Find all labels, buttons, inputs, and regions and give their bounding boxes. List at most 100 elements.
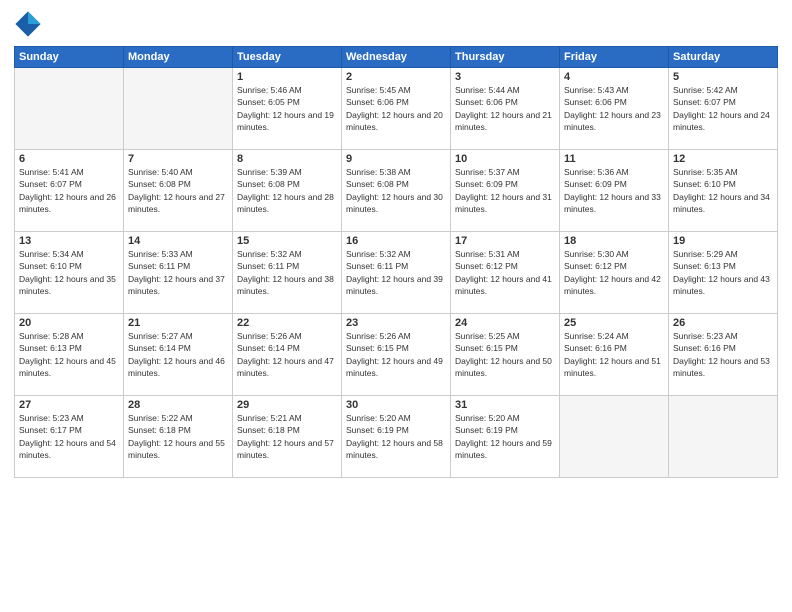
- day-info: Sunrise: 5:26 AMSunset: 6:14 PMDaylight:…: [237, 330, 337, 379]
- day-number: 18: [564, 235, 664, 247]
- calendar-cell: 9Sunrise: 5:38 AMSunset: 6:08 PMDaylight…: [342, 150, 451, 232]
- day-info: Sunrise: 5:38 AMSunset: 6:08 PMDaylight:…: [346, 166, 446, 215]
- calendar-cell: 12Sunrise: 5:35 AMSunset: 6:10 PMDayligh…: [669, 150, 778, 232]
- day-number: 25: [564, 317, 664, 329]
- calendar-cell: 8Sunrise: 5:39 AMSunset: 6:08 PMDaylight…: [233, 150, 342, 232]
- calendar-cell: 31Sunrise: 5:20 AMSunset: 6:19 PMDayligh…: [451, 396, 560, 478]
- calendar-cell: 15Sunrise: 5:32 AMSunset: 6:11 PMDayligh…: [233, 232, 342, 314]
- calendar-cell: 14Sunrise: 5:33 AMSunset: 6:11 PMDayligh…: [124, 232, 233, 314]
- day-info: Sunrise: 5:44 AMSunset: 6:06 PMDaylight:…: [455, 84, 555, 133]
- day-info: Sunrise: 5:42 AMSunset: 6:07 PMDaylight:…: [673, 84, 773, 133]
- calendar-cell: 7Sunrise: 5:40 AMSunset: 6:08 PMDaylight…: [124, 150, 233, 232]
- day-info: Sunrise: 5:37 AMSunset: 6:09 PMDaylight:…: [455, 166, 555, 215]
- calendar-cell: [560, 396, 669, 478]
- day-number: 27: [19, 399, 119, 411]
- day-info: Sunrise: 5:35 AMSunset: 6:10 PMDaylight:…: [673, 166, 773, 215]
- calendar-cell: 26Sunrise: 5:23 AMSunset: 6:16 PMDayligh…: [669, 314, 778, 396]
- calendar-cell: 16Sunrise: 5:32 AMSunset: 6:11 PMDayligh…: [342, 232, 451, 314]
- day-number: 21: [128, 317, 228, 329]
- day-number: 28: [128, 399, 228, 411]
- day-info: Sunrise: 5:21 AMSunset: 6:18 PMDaylight:…: [237, 412, 337, 461]
- calendar-cell: 1Sunrise: 5:46 AMSunset: 6:05 PMDaylight…: [233, 68, 342, 150]
- week-row-4: 20Sunrise: 5:28 AMSunset: 6:13 PMDayligh…: [15, 314, 778, 396]
- calendar-cell: 13Sunrise: 5:34 AMSunset: 6:10 PMDayligh…: [15, 232, 124, 314]
- calendar-cell: 29Sunrise: 5:21 AMSunset: 6:18 PMDayligh…: [233, 396, 342, 478]
- week-row-2: 6Sunrise: 5:41 AMSunset: 6:07 PMDaylight…: [15, 150, 778, 232]
- day-info: Sunrise: 5:32 AMSunset: 6:11 PMDaylight:…: [237, 248, 337, 297]
- day-info: Sunrise: 5:31 AMSunset: 6:12 PMDaylight:…: [455, 248, 555, 297]
- calendar-cell: 2Sunrise: 5:45 AMSunset: 6:06 PMDaylight…: [342, 68, 451, 150]
- day-info: Sunrise: 5:25 AMSunset: 6:15 PMDaylight:…: [455, 330, 555, 379]
- day-info: Sunrise: 5:23 AMSunset: 6:16 PMDaylight:…: [673, 330, 773, 379]
- day-number: 14: [128, 235, 228, 247]
- day-number: 5: [673, 71, 773, 83]
- calendar-cell: 11Sunrise: 5:36 AMSunset: 6:09 PMDayligh…: [560, 150, 669, 232]
- day-header-tuesday: Tuesday: [233, 47, 342, 68]
- calendar-cell: 27Sunrise: 5:23 AMSunset: 6:17 PMDayligh…: [15, 396, 124, 478]
- day-number: 7: [128, 153, 228, 165]
- day-info: Sunrise: 5:28 AMSunset: 6:13 PMDaylight:…: [19, 330, 119, 379]
- day-info: Sunrise: 5:43 AMSunset: 6:06 PMDaylight:…: [564, 84, 664, 133]
- calendar-cell: 10Sunrise: 5:37 AMSunset: 6:09 PMDayligh…: [451, 150, 560, 232]
- logo-icon: [14, 10, 42, 38]
- day-header-friday: Friday: [560, 47, 669, 68]
- day-number: 30: [346, 399, 446, 411]
- day-info: Sunrise: 5:24 AMSunset: 6:16 PMDaylight:…: [564, 330, 664, 379]
- calendar-cell: 23Sunrise: 5:26 AMSunset: 6:15 PMDayligh…: [342, 314, 451, 396]
- day-number: 4: [564, 71, 664, 83]
- calendar-cell: 28Sunrise: 5:22 AMSunset: 6:18 PMDayligh…: [124, 396, 233, 478]
- calendar-cell: 25Sunrise: 5:24 AMSunset: 6:16 PMDayligh…: [560, 314, 669, 396]
- day-info: Sunrise: 5:22 AMSunset: 6:18 PMDaylight:…: [128, 412, 228, 461]
- page: SundayMondayTuesdayWednesdayThursdayFrid…: [0, 0, 792, 612]
- day-number: 3: [455, 71, 555, 83]
- day-info: Sunrise: 5:26 AMSunset: 6:15 PMDaylight:…: [346, 330, 446, 379]
- day-info: Sunrise: 5:45 AMSunset: 6:06 PMDaylight:…: [346, 84, 446, 133]
- calendar: SundayMondayTuesdayWednesdayThursdayFrid…: [14, 46, 778, 478]
- day-header-sunday: Sunday: [15, 47, 124, 68]
- day-number: 1: [237, 71, 337, 83]
- day-number: 29: [237, 399, 337, 411]
- day-number: 23: [346, 317, 446, 329]
- day-number: 9: [346, 153, 446, 165]
- day-number: 2: [346, 71, 446, 83]
- day-number: 22: [237, 317, 337, 329]
- day-info: Sunrise: 5:34 AMSunset: 6:10 PMDaylight:…: [19, 248, 119, 297]
- day-info: Sunrise: 5:41 AMSunset: 6:07 PMDaylight:…: [19, 166, 119, 215]
- day-info: Sunrise: 5:20 AMSunset: 6:19 PMDaylight:…: [455, 412, 555, 461]
- day-number: 17: [455, 235, 555, 247]
- day-header-saturday: Saturday: [669, 47, 778, 68]
- day-number: 26: [673, 317, 773, 329]
- calendar-cell: 20Sunrise: 5:28 AMSunset: 6:13 PMDayligh…: [15, 314, 124, 396]
- day-header-wednesday: Wednesday: [342, 47, 451, 68]
- week-row-5: 27Sunrise: 5:23 AMSunset: 6:17 PMDayligh…: [15, 396, 778, 478]
- calendar-cell: 22Sunrise: 5:26 AMSunset: 6:14 PMDayligh…: [233, 314, 342, 396]
- day-info: Sunrise: 5:36 AMSunset: 6:09 PMDaylight:…: [564, 166, 664, 215]
- logo: [14, 10, 46, 38]
- day-number: 6: [19, 153, 119, 165]
- day-number: 11: [564, 153, 664, 165]
- day-number: 31: [455, 399, 555, 411]
- day-number: 15: [237, 235, 337, 247]
- day-number: 19: [673, 235, 773, 247]
- day-number: 16: [346, 235, 446, 247]
- day-info: Sunrise: 5:20 AMSunset: 6:19 PMDaylight:…: [346, 412, 446, 461]
- day-number: 20: [19, 317, 119, 329]
- day-info: Sunrise: 5:29 AMSunset: 6:13 PMDaylight:…: [673, 248, 773, 297]
- day-info: Sunrise: 5:33 AMSunset: 6:11 PMDaylight:…: [128, 248, 228, 297]
- calendar-cell: 18Sunrise: 5:30 AMSunset: 6:12 PMDayligh…: [560, 232, 669, 314]
- day-number: 24: [455, 317, 555, 329]
- day-number: 12: [673, 153, 773, 165]
- calendar-cell: 5Sunrise: 5:42 AMSunset: 6:07 PMDaylight…: [669, 68, 778, 150]
- calendar-cell: 30Sunrise: 5:20 AMSunset: 6:19 PMDayligh…: [342, 396, 451, 478]
- day-info: Sunrise: 5:39 AMSunset: 6:08 PMDaylight:…: [237, 166, 337, 215]
- day-info: Sunrise: 5:23 AMSunset: 6:17 PMDaylight:…: [19, 412, 119, 461]
- day-header-monday: Monday: [124, 47, 233, 68]
- day-number: 13: [19, 235, 119, 247]
- calendar-cell: 24Sunrise: 5:25 AMSunset: 6:15 PMDayligh…: [451, 314, 560, 396]
- calendar-cell: [15, 68, 124, 150]
- header: [14, 10, 778, 38]
- day-info: Sunrise: 5:30 AMSunset: 6:12 PMDaylight:…: [564, 248, 664, 297]
- calendar-cell: 4Sunrise: 5:43 AMSunset: 6:06 PMDaylight…: [560, 68, 669, 150]
- calendar-cell: 3Sunrise: 5:44 AMSunset: 6:06 PMDaylight…: [451, 68, 560, 150]
- week-row-1: 1Sunrise: 5:46 AMSunset: 6:05 PMDaylight…: [15, 68, 778, 150]
